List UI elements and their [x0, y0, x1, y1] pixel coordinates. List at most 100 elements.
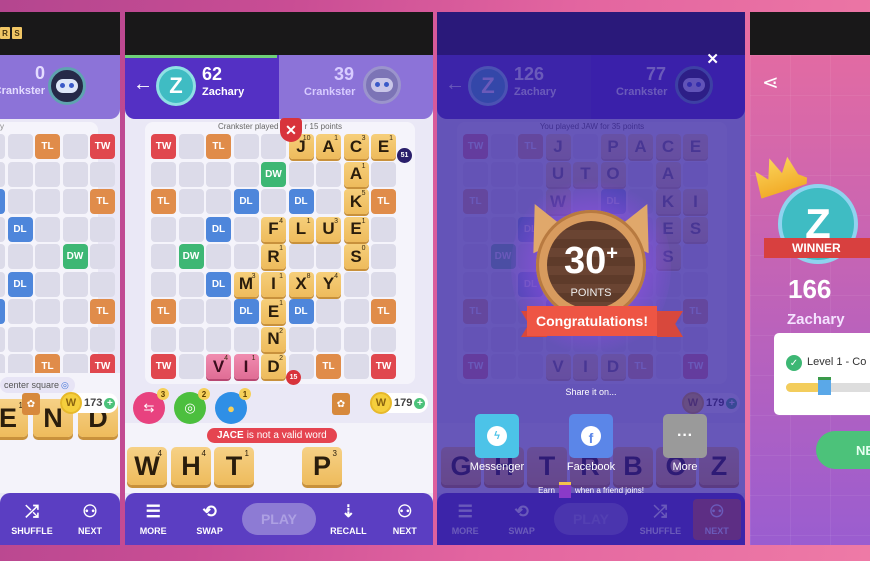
board-square[interactable] [7, 299, 33, 324]
board-tile[interactable]: C3 [343, 134, 369, 159]
premium-square[interactable]: TW [151, 354, 176, 379]
rack-tile[interactable]: H4 [171, 447, 211, 485]
board-square[interactable] [261, 189, 286, 214]
premium-square[interactable]: TL [371, 299, 396, 324]
board-square[interactable] [233, 244, 259, 269]
coin-balance[interactable]: W 179 + [370, 392, 429, 414]
premium-square[interactable]: TL [316, 354, 341, 379]
board-square[interactable] [178, 216, 204, 242]
recall-button[interactable]: ⇣ RECALL [324, 502, 372, 536]
board-tile[interactable]: E1 [261, 299, 286, 324]
board-square[interactable] [206, 299, 231, 324]
rack-tile[interactable]: P3 [302, 447, 342, 485]
board-square[interactable] [288, 161, 314, 187]
premium-square[interactable]: DL [0, 189, 5, 214]
premium-square[interactable]: DL [7, 216, 33, 242]
board-square[interactable] [35, 271, 60, 297]
board-square[interactable] [233, 326, 259, 352]
board-square[interactable] [0, 216, 5, 242]
premium-square[interactable]: TL [90, 189, 115, 214]
premium-square[interactable]: TL [151, 189, 176, 214]
board-square[interactable] [316, 299, 341, 324]
board-square[interactable] [178, 134, 204, 159]
shuffle-button[interactable]: ⤮ SHUFFLE [8, 502, 56, 536]
board-square[interactable] [62, 271, 88, 297]
board-square[interactable] [206, 161, 231, 187]
premium-square[interactable]: TL [206, 134, 231, 159]
board-square[interactable] [7, 244, 33, 269]
premium-square[interactable]: DL [233, 189, 259, 214]
board-square[interactable] [151, 271, 176, 297]
board-square[interactable] [0, 271, 5, 297]
board-square[interactable] [371, 326, 396, 352]
board-square[interactable] [7, 189, 33, 214]
board-square[interactable] [343, 271, 369, 297]
board-square[interactable] [151, 161, 176, 187]
next-button[interactable]: NE [816, 431, 870, 469]
board-square[interactable] [178, 326, 204, 352]
board-square[interactable] [316, 189, 341, 214]
share-messenger[interactable]: ϟ [475, 414, 519, 458]
premium-square[interactable]: DW [62, 244, 88, 269]
board-tile[interactable]: X8 [288, 271, 314, 297]
board-square[interactable] [90, 271, 115, 297]
board-square[interactable] [35, 299, 60, 324]
powerup-swap[interactable]: ⇆ 3 [133, 388, 169, 424]
premium-square[interactable]: TL [90, 299, 115, 324]
premium-square[interactable]: TW [151, 134, 176, 159]
play-button[interactable]: PLAY [241, 503, 316, 535]
add-coins-icon[interactable]: + [414, 397, 426, 409]
board-square[interactable] [178, 299, 204, 324]
board-square[interactable] [371, 216, 396, 242]
rack-tile[interactable]: W4 [127, 447, 167, 485]
tile-bag-icon[interactable]: ✿ [22, 393, 40, 415]
board-square[interactable] [316, 244, 341, 269]
board-tile[interactable]: A1 [316, 134, 341, 159]
coin-balance[interactable]: W 173 + [60, 392, 119, 414]
premium-square[interactable]: TL [151, 299, 176, 324]
premium-square[interactable]: TL [35, 134, 60, 159]
board-square[interactable] [7, 161, 33, 187]
board-tile[interactable]: E1 [371, 134, 396, 159]
board-tile[interactable]: U3 [316, 216, 341, 242]
board-square[interactable] [62, 216, 88, 242]
board-square[interactable] [371, 244, 396, 269]
board-square[interactable] [62, 134, 88, 159]
board-square[interactable] [288, 244, 314, 269]
premium-square[interactable]: TL [371, 189, 396, 214]
board-square[interactable] [151, 216, 176, 242]
pending-tile[interactable]: I1 [233, 354, 259, 379]
board-tile[interactable]: Y4 [316, 271, 341, 297]
board-square[interactable] [178, 189, 204, 214]
board-tile[interactable]: A1 [343, 161, 369, 187]
board-square[interactable] [0, 244, 5, 269]
premium-square[interactable]: TW [90, 134, 115, 159]
board-square[interactable] [371, 161, 396, 187]
board-square[interactable] [62, 189, 88, 214]
board-tile[interactable]: I1 [261, 271, 286, 297]
board-tile[interactable]: N2 [261, 326, 286, 352]
board-tile[interactable]: E1 [343, 216, 369, 242]
board-square[interactable] [343, 354, 369, 379]
pending-tile[interactable]: V4 [206, 354, 231, 379]
board-square[interactable] [233, 134, 259, 159]
board-tile[interactable]: S0 [343, 244, 369, 269]
board-tile[interactable]: R1 [261, 244, 286, 269]
board-square[interactable] [151, 244, 176, 269]
rack-tile[interactable]: T1 [214, 447, 254, 485]
premium-square[interactable]: DL [206, 271, 231, 297]
board-square[interactable] [90, 216, 115, 242]
board-square[interactable] [7, 134, 33, 159]
board-square[interactable] [35, 189, 60, 214]
board-square[interactable] [316, 161, 341, 187]
add-coins-icon[interactable]: + [104, 397, 116, 409]
board-square[interactable] [288, 326, 314, 352]
board-square[interactable] [35, 244, 60, 269]
board-square[interactable] [233, 216, 259, 242]
board-square[interactable] [316, 326, 341, 352]
board-square[interactable] [35, 216, 60, 242]
premium-square[interactable]: DL [288, 299, 314, 324]
board-square[interactable] [90, 161, 115, 187]
board-square[interactable] [206, 326, 231, 352]
board-square[interactable] [151, 326, 176, 352]
